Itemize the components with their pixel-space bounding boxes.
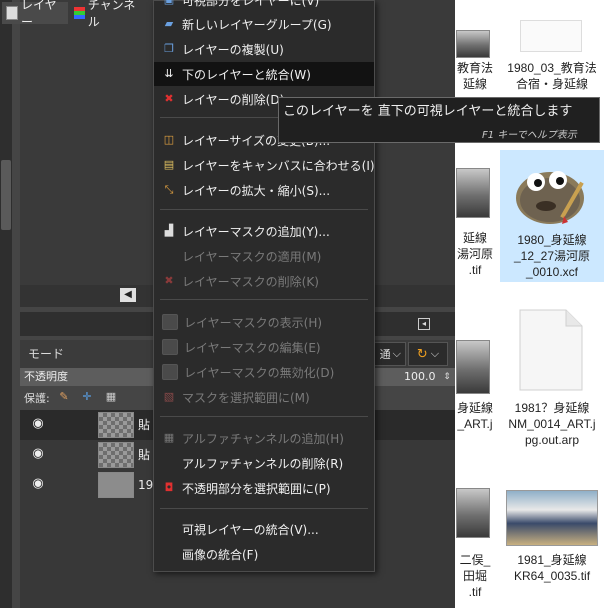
layer-name: 貼 [138,448,151,462]
scale-layer-icon: ⤡ [164,183,174,196]
lock-position-icon[interactable]: ✛ [80,390,94,404]
duplicate-layer-icon: ❐ [164,42,174,55]
opacity-label: 不透明度 [24,370,68,383]
checkbox-icon [162,339,178,355]
menu-item-duplicate-layer[interactable]: ❐ レイヤーの複製(U) [154,37,374,61]
menu-item-mask-to-selection[interactable]: ▧ マスクを選択範囲に(M) [154,385,374,409]
file-thumbnail[interactable] [456,168,490,218]
new-layer-group-icon: ▰ [164,17,174,30]
menu-separator [160,299,368,300]
menu-item-apply-layer-mask[interactable]: レイヤーマスクの適用(M) [154,244,374,268]
menu-item-delete-layer-mask[interactable]: ✖ レイヤーマスクの削除(K) [154,269,374,293]
lock-pixels-icon[interactable]: ✎ [57,390,71,404]
menu-item-layer-to-image-size[interactable]: ▤ レイヤーをキャンバスに合わせる(I) [154,153,375,177]
menu-item-scale-layer[interactable]: ⤡ レイヤーの拡大・縮小(S)... [154,178,374,202]
spin-arrows-icon[interactable]: ⇕ [440,369,454,385]
chevron-down-icon: ⌵ [392,347,401,360]
menu-item-alpha-to-selection[interactable]: ◘ 不透明部分を選択範囲に(P) [154,476,374,500]
gimp-wilber-icon [516,171,584,224]
file-thumbnail[interactable] [456,488,490,538]
visible-to-layer-icon: ▣ [162,0,176,7]
file-thumbnail[interactable] [506,490,598,546]
add-layer-mask-icon: ▟ [164,224,174,237]
rotate-icon: ↻ [416,346,428,362]
layer-name: 貼 [138,418,151,432]
tab-layers-label: レイヤー [20,0,57,29]
tooltip-text: このレイヤーを 直下の可視レイヤーと統合します [283,104,573,119]
composite-mode-button[interactable]: ↻ ⌵ [408,342,448,366]
layers-icon [6,6,18,20]
tab-layers[interactable]: レイヤー [2,0,68,29]
menu-item-flatten-image[interactable]: 画像の統合(F) [154,542,374,566]
merge-down-icon: ⇊ [164,67,174,80]
file-thumbnail[interactable] [456,340,490,394]
layer-thumbnail [98,472,134,498]
tooltip-help-hint: F1 キーでヘルプ表示 [482,130,577,141]
file-label[interactable]: 二俣_ 田堀 .tif [450,552,500,600]
layer-thumbnail [98,412,134,438]
menu-item-disable-layer-mask[interactable]: レイヤーマスクの無効化(D) [154,360,374,384]
dock-menu-icon[interactable]: ◂ [418,318,430,330]
delete-layer-icon: ✖ [164,92,174,105]
delete-mask-icon: ✖ [164,274,174,287]
checkbox-icon [162,314,178,330]
menu-item-edit-layer-mask[interactable]: レイヤーマスクの編集(E) [154,335,374,359]
scrollbar-thumb[interactable] [1,160,11,230]
checkbox-icon [162,364,178,380]
menu-separator [160,416,368,417]
file-label[interactable]: 教育法 延線 [450,60,500,92]
menu-item-show-layer-mask[interactable]: レイヤーマスクの表示(H) [154,310,374,334]
mode-value: 通 [379,348,391,361]
add-alpha-icon: ▦ [163,431,175,444]
menu-item-merge-visible-layers[interactable]: 可視レイヤーの統合(V)... [154,517,374,541]
menu-item-merge-down[interactable]: ⇊ 下のレイヤーと統合(W) [154,62,374,86]
vertical-scrollbar[interactable] [0,0,12,608]
tab-channels-label: チャンネル [87,0,136,29]
file-label[interactable]: 延線 湯河原 .tif [450,230,500,278]
menu-item-new-layer-group[interactable]: ▰ 新しいレイヤーグループ(G) [154,12,374,36]
file-label[interactable]: 1980_身延線 _12_27湯河原 _0010.xcf [500,232,604,280]
mode-label: モード [28,347,65,361]
mask-to-selection-icon: ▧ [163,390,175,403]
lock-alpha-icon[interactable]: ▦ [104,390,118,404]
file-thumbnail[interactable] [520,20,582,52]
layer-to-image-size-icon: ▤ [163,158,175,171]
menu-separator [160,508,368,509]
lock-label: 保護: [24,392,50,405]
file-label[interactable]: 1980_03_教育法 合宿・身延線 [500,60,604,92]
file-label[interactable]: 身延線 _ART.j [450,400,500,432]
channels-icon [74,7,85,19]
chevron-down-icon: ⌵ [430,347,440,360]
alpha-to-selection-icon: ◘ [164,481,174,494]
back-arrow-icon[interactable]: ◀ [120,288,136,302]
menu-item-remove-alpha-channel[interactable]: アルファチャンネルの削除(R) [154,451,374,475]
eye-icon[interactable]: ◉ [28,447,48,461]
menu-separator [160,209,368,210]
layer-name: 19 [138,478,154,492]
menu-item-add-layer-mask[interactable]: ▟ レイヤーマスクの追加(Y)... [154,219,374,243]
eye-icon[interactable]: ◉ [28,417,48,431]
file-label[interactable]: 1981_身延線 KR64_0035.tif [500,552,604,584]
menu-item-visible-to-layer[interactable]: ▣ 可視部分をレイヤーに(V) [154,0,374,12]
document-icon [519,309,583,391]
menu-item-add-alpha-channel[interactable]: ▦ アルファチャンネルの追加(H) [154,426,374,450]
opacity-value: 100.0 [404,370,436,383]
eye-icon[interactable]: ◉ [28,477,48,491]
layer-thumbnail [98,442,134,468]
layer-boundary-size-icon: ◫ [163,133,175,146]
tab-channels[interactable]: チャンネル [70,0,150,29]
file-thumbnail[interactable] [456,30,490,58]
file-label[interactable]: 1981？身延線 NM_0014_ART.j pg.out.arp [500,400,604,448]
